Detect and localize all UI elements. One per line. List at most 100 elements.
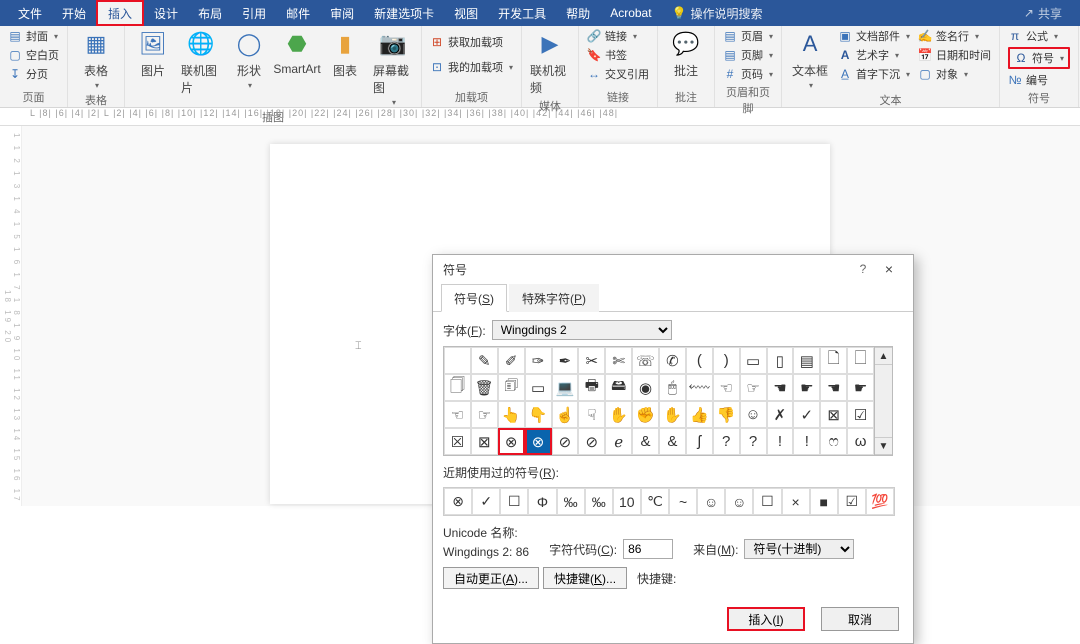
cancel-button[interactable]: 取消 <box>821 607 899 631</box>
autocorrect-button[interactable]: 自动更正(A)... <box>443 567 539 589</box>
symbol-cell[interactable]: ▯ <box>767 347 794 374</box>
recent-symbol-cell[interactable]: ~ <box>669 488 697 515</box>
tab-mailings[interactable]: 邮件 <box>276 0 320 26</box>
tab-view[interactable]: 视图 <box>444 0 488 26</box>
symbol-cell[interactable]: & <box>659 428 686 455</box>
symbol-cell[interactable]: ෆ <box>820 428 847 455</box>
recent-symbol-cell[interactable]: ‰ <box>585 488 613 515</box>
symbol-cell[interactable]: ✄ <box>605 347 632 374</box>
tab-symbols-panel[interactable]: 符号(S) <box>441 284 507 312</box>
symbol-cell[interactable]: ℯ <box>605 428 632 455</box>
table-button[interactable]: ▦表格▾ <box>76 28 116 90</box>
grid-scrollbar[interactable]: ▲ ▼ <box>875 346 893 456</box>
symbol-cell[interactable]: ω <box>847 428 874 455</box>
object-button[interactable]: ▢对象▾ <box>918 66 991 82</box>
tab-developer[interactable]: 开发工具 <box>488 0 556 26</box>
symbol-cell[interactable]: ⬳ <box>686 374 713 401</box>
symbol-cell[interactable]: ✋ <box>659 401 686 428</box>
symbol-cell[interactable]: ✒ <box>552 347 579 374</box>
blank-page-button[interactable]: ▢空白页 <box>8 47 59 63</box>
symbol-cell[interactable]: 🗑 <box>471 374 498 401</box>
smartart-button[interactable]: ⬣SmartArt <box>277 28 317 76</box>
symbol-cell[interactable]: ⊠ <box>471 428 498 455</box>
pagenum-button[interactable]: #页码▾ <box>723 66 773 82</box>
symbol-cell[interactable]: ☏ <box>632 347 659 374</box>
symbol-cell[interactable]: ⊘ <box>552 428 579 455</box>
symbol-cell[interactable]: ( <box>686 347 713 374</box>
symbol-cell[interactable]: 👎 <box>713 401 740 428</box>
dialog-help-button[interactable]: ? <box>851 262 875 276</box>
symbol-cell[interactable]: 👇 <box>525 401 552 428</box>
symbol-cell[interactable]: 🗍 <box>444 374 471 401</box>
symbol-cell[interactable]: ⊠ <box>820 401 847 428</box>
recent-symbol-cell[interactable]: 10 <box>613 488 641 515</box>
symbol-cell[interactable]: ☟ <box>578 401 605 428</box>
symbol-cell[interactable]: ☞ <box>471 401 498 428</box>
tab-design[interactable]: 设计 <box>144 0 188 26</box>
symbol-cell[interactable]: ☺ <box>740 401 767 428</box>
symbol-cell[interactable]: 🖴 <box>605 374 632 401</box>
link-button[interactable]: 🔗链接▾ <box>587 28 649 44</box>
symbol-cell[interactable]: 💻 <box>552 374 579 401</box>
symbol-cell[interactable]: ✎ <box>471 347 498 374</box>
online-pictures-button[interactable]: 🌐联机图片 <box>181 28 221 96</box>
chart-button[interactable]: ▮图表 <box>325 28 365 79</box>
symbol-cell[interactable]: ☑ <box>847 401 874 428</box>
my-addins-button[interactable]: ⊡我的加载项▾ <box>430 59 513 75</box>
scroll-up-icon[interactable]: ▲ <box>875 347 892 365</box>
recent-symbol-cell[interactable]: ☐ <box>753 488 781 515</box>
quickparts-button[interactable]: ▣文档部件▾ <box>838 28 910 44</box>
symbol-grid[interactable]: ✎✐✑✒✂✄☏✆()▭▯▤🗋🗌🗍🗑🗊▭💻🖶🖴◉🖱⬳☜☞☚☛☚☛☜☞👆👇☝☟✋✊✋… <box>443 346 875 456</box>
recent-symbol-cell[interactable]: 💯 <box>866 488 894 515</box>
symbol-cell[interactable]: ⊘ <box>578 428 605 455</box>
recent-symbol-cell[interactable]: ☐ <box>500 488 528 515</box>
symbol-cell[interactable]: ▭ <box>525 374 552 401</box>
symbol-cell[interactable]: & <box>632 428 659 455</box>
tab-help[interactable]: 帮助 <box>556 0 600 26</box>
tab-file[interactable]: 文件 <box>8 0 52 26</box>
tab-newtab[interactable]: 新建选项卡 <box>364 0 444 26</box>
dropcap-button[interactable]: A̲首字下沉▾ <box>838 66 910 82</box>
symbol-cell[interactable]: ⊗ <box>498 428 525 455</box>
scroll-down-icon[interactable]: ▼ <box>875 437 892 455</box>
symbol-cell[interactable]: 🗌 <box>847 347 874 374</box>
symbol-button[interactable]: Ω符号▾ <box>1008 47 1070 69</box>
shortcutkey-button[interactable]: 快捷键(K)... <box>543 567 627 589</box>
textbox-button[interactable]: A文本框▾ <box>790 28 830 90</box>
symbol-cell[interactable]: ☜ <box>713 374 740 401</box>
recent-symbol-cell[interactable]: ☑ <box>838 488 866 515</box>
equation-button[interactable]: π公式▾ <box>1008 28 1070 44</box>
symbol-cell[interactable]: ☞ <box>740 374 767 401</box>
screenshot-button[interactable]: 📷屏幕截图▾ <box>373 28 413 107</box>
recent-symbol-cell[interactable]: ■ <box>810 488 838 515</box>
dialog-close-button[interactable]: × <box>875 261 903 277</box>
symbol-cell[interactable]: ✂ <box>578 347 605 374</box>
recent-symbol-cell[interactable]: ‰ <box>557 488 585 515</box>
symbol-cell[interactable]: 👆 <box>498 401 525 428</box>
symbol-cell[interactable]: ▭ <box>740 347 767 374</box>
tab-layout[interactable]: 布局 <box>188 0 232 26</box>
symbol-cell[interactable]: ? <box>740 428 767 455</box>
font-select[interactable]: Wingdings 2 <box>492 320 672 340</box>
comment-button[interactable]: 💬批注 <box>666 28 706 79</box>
symbol-cell[interactable]: 🗋 <box>820 347 847 374</box>
symbol-cell[interactable]: ✆ <box>659 347 686 374</box>
tab-home[interactable]: 开始 <box>52 0 96 26</box>
footer-button[interactable]: ▤页脚▾ <box>723 47 773 63</box>
recent-symbol-cell[interactable]: × <box>782 488 810 515</box>
crossref-button[interactable]: ↔交叉引用 <box>587 66 649 82</box>
symbol-cell[interactable]: ☛ <box>793 374 820 401</box>
charcode-input[interactable] <box>623 539 673 559</box>
tab-insert[interactable]: 插入 <box>96 0 144 26</box>
symbol-cell[interactable]: ✗ <box>767 401 794 428</box>
symbol-cell[interactable]: ) <box>713 347 740 374</box>
symbol-cell[interactable]: ▤ <box>793 347 820 374</box>
recent-symbol-cell[interactable]: ℃ <box>641 488 669 515</box>
signature-button[interactable]: ✍签名行▾ <box>918 28 991 44</box>
tab-acrobat[interactable]: Acrobat <box>600 0 661 26</box>
tab-review[interactable]: 审阅 <box>320 0 364 26</box>
number-button[interactable]: №编号 <box>1008 72 1070 88</box>
symbol-cell[interactable]: ☚ <box>820 374 847 401</box>
symbol-cell[interactable] <box>444 347 471 374</box>
symbol-cell[interactable]: ʃ <box>686 428 713 455</box>
